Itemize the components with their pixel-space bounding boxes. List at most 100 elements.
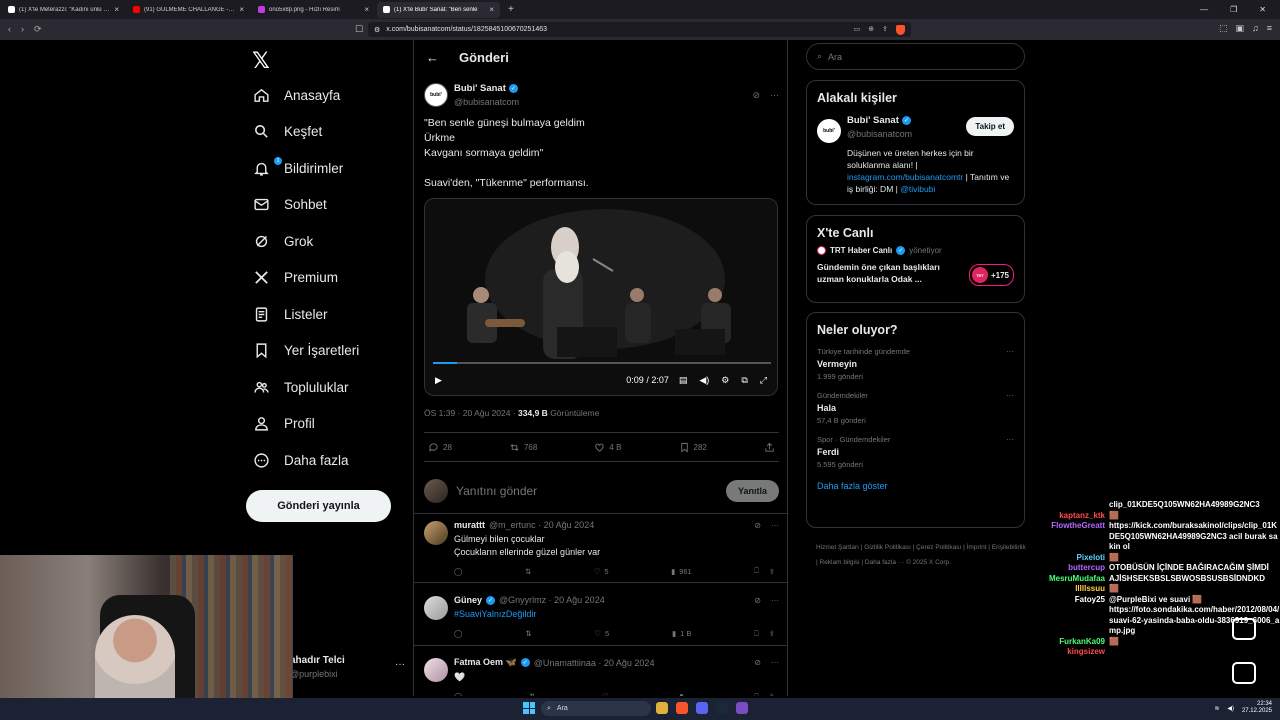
back-arrow-icon[interactable]: ← — [426, 50, 439, 65]
footer-links[interactable]: Hizmet Şartları | Gizlilik Politikası | … — [816, 540, 1026, 570]
reply-author[interactable]: Fatma Oem 🦋 — [454, 657, 517, 668]
reload-icon[interactable]: ⟳ — [34, 24, 42, 35]
repost-action[interactable]: 768 — [509, 442, 537, 453]
share-icon[interactable]: ⇪ — [769, 692, 775, 696]
minimize-icon[interactable]: — — [1200, 5, 1208, 14]
reply-tweet[interactable]: Güney ✓ @Gnyyrlmz · 20 Ağu 2024 ⊘ ··· #SuaviY… — [414, 589, 787, 646]
repost-icon[interactable]: ⇅ — [529, 692, 535, 696]
share-icon[interactable]: ⇪ — [769, 629, 775, 638]
post-time[interactable]: ÖS 1:39 · 20 Ağu 2024 · — [424, 408, 518, 418]
trend-item[interactable]: Gündemdekiler Hala 57,4 B gönderi ··· — [807, 387, 1024, 431]
video-progress-bar[interactable] — [433, 362, 771, 364]
new-tab-icon[interactable]: + — [508, 4, 514, 15]
nav-item-person[interactable]: Profil — [252, 414, 315, 434]
start-icon[interactable] — [523, 702, 535, 714]
repost-icon[interactable]: ⇅ — [525, 629, 531, 639]
bookmark-action[interactable]: 282 — [679, 442, 707, 453]
fullscreen-icon[interactable]: ⤢ — [760, 375, 767, 386]
steam-icon[interactable] — [716, 702, 728, 714]
more-icon[interactable]: ··· — [771, 658, 779, 667]
clock[interactable]: 22:34 27.12.2025 — [1242, 701, 1272, 715]
views-action[interactable]: ▮ — [679, 692, 687, 696]
reply-button[interactable]: Yanıtla — [725, 479, 779, 502]
trend-item[interactable]: Spor · Gündemdekiler Ferdi 5.595 gönderi ··… — [807, 431, 1024, 475]
site-info-icon[interactable]: ⚙ — [374, 26, 380, 34]
more-icon[interactable]: ··· — [1006, 391, 1014, 400]
avatar[interactable] — [424, 521, 448, 545]
bio-mention[interactable]: @tivibubi — [900, 184, 935, 194]
captions-icon[interactable]: ▤ — [679, 375, 688, 386]
post-button[interactable]: Gönderi yayınla — [246, 490, 391, 522]
obs-icon[interactable] — [736, 702, 748, 714]
grok-icon[interactable]: ⊘ — [754, 596, 761, 605]
more-icon[interactable]: ··· — [771, 521, 779, 530]
close-icon[interactable]: × — [239, 5, 244, 14]
x-logo-icon[interactable]: 𝕏 — [252, 48, 270, 74]
nav-item-mail[interactable]: Sohbet — [252, 195, 327, 215]
brave-icon[interactable] — [676, 702, 688, 714]
brave-shield-icon[interactable] — [896, 24, 905, 35]
nav-item-home[interactable]: Anasayfa — [252, 85, 340, 105]
search-input[interactable]: ⌕ Ara — [806, 43, 1025, 70]
nav-item-x[interactable]: Premium — [252, 268, 338, 288]
follow-button[interactable]: Takip et — [966, 117, 1014, 136]
avatar[interactable]: bubi' — [424, 83, 448, 107]
close-window-icon[interactable]: ✕ — [1259, 5, 1266, 14]
live-item[interactable]: TRT Haber Canlı ✓ yönetiyor Gündemin öne ç… — [807, 246, 1024, 293]
discord-icon[interactable] — [696, 702, 708, 714]
bookmark-icon[interactable]: ⎕ — [754, 566, 759, 576]
related-person[interactable]: bubi' Bubi' Sanat ✓ @bubisanatcom Düşünen… — [807, 111, 1024, 203]
bio-link[interactable]: instagram.com/bubisanatcomtr — [847, 172, 963, 182]
avatar[interactable]: bubi' — [817, 119, 841, 143]
author-name[interactable]: Bubi' Sanat — [454, 83, 506, 94]
reply-action[interactable]: 28 — [428, 442, 452, 453]
wallet-icon[interactable]: ▣ — [1235, 23, 1244, 34]
taskbar-search[interactable]: ⌕ Ara — [541, 701, 651, 716]
views-action[interactable]: ▮ 1 B — [672, 629, 691, 639]
account-switcher[interactable]: ahadır Telci @purplebixi ··· — [290, 655, 405, 679]
url-field[interactable]: ⚙ x.com/bubisanatcom/status/182584510067… — [368, 22, 911, 37]
views-action[interactable]: ▮ 961 — [671, 566, 692, 576]
browser-tab[interactable]: (91) GÜLMEME CHALLANGE - YouTu × — [127, 2, 250, 18]
grok-icon[interactable]: ⊘ — [754, 521, 761, 530]
grok-icon[interactable]: ⊘ — [754, 658, 761, 667]
repost-icon[interactable]: ⇅ — [525, 566, 531, 576]
grok-icon[interactable]: ⊘ — [752, 90, 760, 101]
nav-item-people[interactable]: Topluluklar — [252, 377, 349, 397]
nav-item-list[interactable]: Listeler — [252, 304, 328, 324]
browser-tab[interactable]: (1) X'te Bubi' Sanat: "Ben senle × — [377, 1, 500, 18]
extensions-icon[interactable]: ⬚ — [1219, 23, 1228, 34]
reply-tweet[interactable]: murattt @m_ertunc · 20 Ağu 2024 ⊘ ··· Gülmey… — [414, 514, 787, 583]
close-icon[interactable]: × — [364, 5, 369, 14]
reply-input[interactable]: Yanıtını gönder — [456, 484, 537, 498]
settings-icon[interactable]: ⚙ — [721, 375, 729, 386]
reply-author[interactable]: Güney — [454, 595, 482, 605]
close-icon[interactable]: × — [489, 5, 494, 14]
trend-item[interactable]: Türkiye tarihinde gündemde Vermeyin 1.999 … — [807, 343, 1024, 387]
reply-icon[interactable]: ◯ — [454, 629, 462, 639]
reply-author[interactable]: murattt — [454, 520, 485, 530]
show-more-link[interactable]: Daha fazla göster — [807, 475, 1024, 501]
more-icon[interactable]: ··· — [395, 659, 405, 670]
like-action[interactable]: ♡ 5 — [594, 629, 609, 639]
bookmark-icon[interactable]: ⎕ — [754, 629, 759, 639]
media-icon[interactable]: ♫ — [1252, 23, 1259, 34]
reply-icon[interactable]: ◯ — [454, 692, 462, 696]
video-player[interactable]: ▶ 0:09 / 2:07 ▤ ◀) ⚙ ⧉ ⤢ — [424, 198, 778, 396]
nav-item-bookmark[interactable]: Yer İşaretleri — [252, 341, 359, 361]
forward-icon[interactable]: › — [21, 24, 24, 35]
like-action[interactable]: 4 B — [594, 442, 621, 453]
more-icon[interactable]: ··· — [1006, 435, 1014, 444]
share-icon[interactable]: ⇪ — [769, 567, 775, 576]
maximize-icon[interactable]: ❐ — [1230, 5, 1237, 14]
author-handle[interactable]: @bubisanatcom — [454, 97, 519, 107]
wifi-icon[interactable]: ≋ — [1214, 705, 1219, 712]
reply-icon[interactable]: ◯ — [454, 566, 462, 576]
nav-item-grok[interactable]: Grok — [252, 231, 313, 251]
like-action[interactable]: ♡ 5 — [594, 566, 609, 576]
close-icon[interactable]: × — [114, 5, 119, 14]
browser-tab[interactable]: ono5x8p.png - Hızlı Resim × — [252, 2, 375, 18]
share-icon[interactable]: ⇪ — [882, 25, 888, 35]
nav-item-bell[interactable]: 1 Bildirimler — [252, 157, 343, 178]
volume-icon[interactable]: ◀) — [699, 375, 709, 386]
